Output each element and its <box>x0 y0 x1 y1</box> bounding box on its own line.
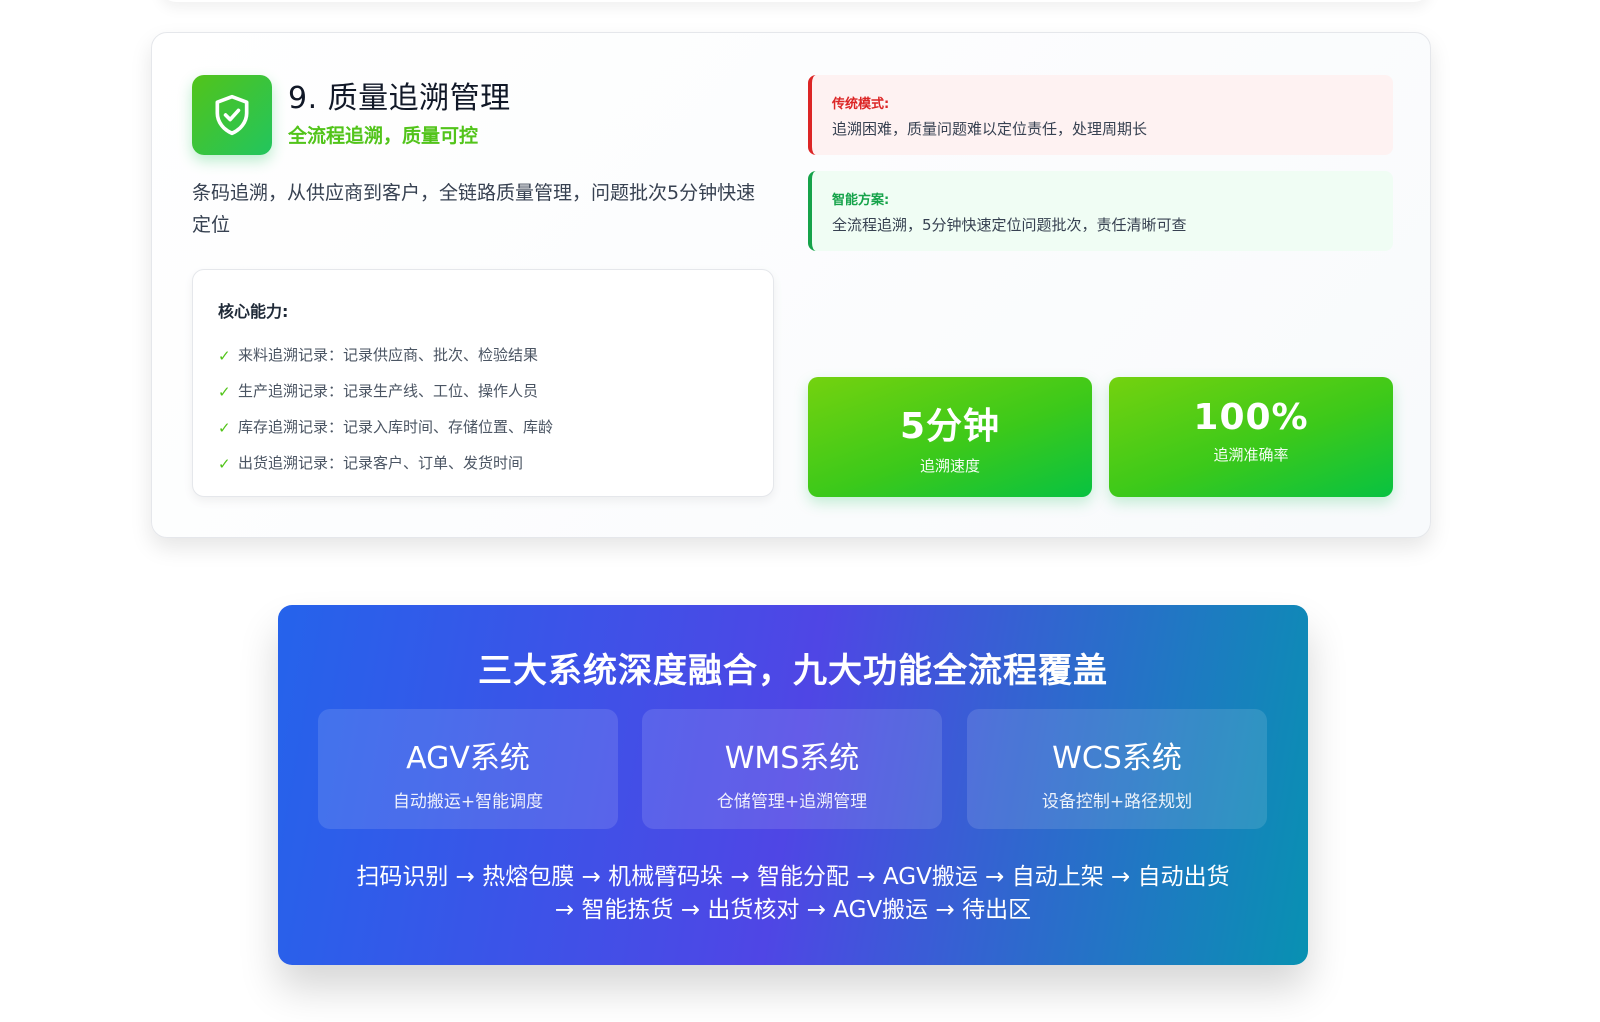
feature-subtitle: 全流程追溯，质量可控 <box>288 125 479 147</box>
list-item: ✓ 库存追溯记录：记录入库时间、存储位置、库龄 <box>218 408 553 444</box>
core-capabilities-list: ✓ 来料追溯记录：记录供应商、批次、检验结果 ✓ 生产追溯记录：记录生产线、工位… <box>218 336 553 480</box>
list-item: ✓ 出货追溯记录：记录客户、订单、发货时间 <box>218 444 553 480</box>
smart-solution-box: 智能方案: 全流程追溯，5分钟快速定位问题批次，责任清晰可查 <box>808 171 1393 251</box>
feature-title: 9. 质量追溯管理 <box>288 81 511 116</box>
core-capabilities-box: 核心能力: ✓ 来料追溯记录：记录供应商、批次、检验结果 ✓ 生产追溯记录：记录… <box>192 269 774 497</box>
list-item: ✓ 生产追溯记录：记录生产线、工位、操作人员 <box>218 372 553 408</box>
stat-value: 100% <box>1193 397 1309 438</box>
smart-solution-text: 全流程追溯，5分钟快速定位问题批次，责任清晰可查 <box>832 216 1187 234</box>
process-flow: 扫码识别 → 热熔包膜 → 机械臂码垛 → 智能分配 → AGV搬运 → 自动上… <box>308 861 1278 927</box>
list-item-label: 生产追溯记录：记录生产线、工位、操作人员 <box>238 381 539 400</box>
stat-card-trace-accuracy: 100% 追溯准确率 <box>1109 377 1393 497</box>
list-item-label: 库存追溯记录：记录入库时间、存储位置、库龄 <box>238 417 554 436</box>
feature-description: 条码追溯，从供应商到客户，全链路质量管理，问题批次5分钟快速定位 <box>192 182 756 236</box>
system-card-wcs: WCS系统 设备控制+路径规划 <box>967 709 1267 829</box>
process-flow-line-1: 扫码识别 → 热熔包膜 → 机械臂码垛 → 智能分配 → AGV搬运 → 自动上… <box>356 864 1230 890</box>
stat-value: 5分钟 <box>899 406 1001 447</box>
check-icon: ✓ <box>218 347 231 365</box>
system-name: AGV系统 <box>406 741 530 776</box>
check-icon: ✓ <box>218 455 231 473</box>
system-desc: 仓储管理+追溯管理 <box>716 792 868 812</box>
system-desc: 设备控制+路径规划 <box>1041 792 1193 812</box>
traditional-mode-label: 传统模式: <box>832 97 890 112</box>
core-capabilities-title: 核心能力: <box>218 302 289 321</box>
system-card-agv: AGV系统 自动搬运+智能调度 <box>318 709 618 829</box>
traditional-mode-text: 追溯困难，质量问题难以定位责任，处理周期长 <box>832 120 1148 138</box>
list-item-label: 出货追溯记录：记录客户、订单、发货时间 <box>238 453 524 472</box>
process-flow-line-2: → 智能拣货 → 出货核对 → AGV搬运 → 待出区 <box>554 897 1032 923</box>
smart-solution-label: 智能方案: <box>832 193 890 208</box>
stat-label: 追溯速度 <box>919 457 980 475</box>
system-card-wms: WMS系统 仓储管理+追溯管理 <box>642 709 942 829</box>
page: 9. 质量追溯管理 全流程追溯，质量可控 条码追溯，从供应商到客户，全链路质量管… <box>0 0 1600 1022</box>
stat-label: 追溯准确率 <box>1213 446 1289 464</box>
quality-trace-feature-card: 9. 质量追溯管理 全流程追溯，质量可控 条码追溯，从供应商到客户，全链路质量管… <box>151 32 1431 538</box>
stat-card-trace-speed: 5分钟 追溯速度 <box>808 377 1092 497</box>
banner-title: 三大系统深度融合，九大功能全流程覆盖 <box>478 651 1108 691</box>
shield-check-icon <box>192 75 272 155</box>
system-name: WCS系统 <box>1052 741 1182 776</box>
list-item-label: 来料追溯记录：记录供应商、批次、检验结果 <box>238 345 539 364</box>
check-icon: ✓ <box>218 419 231 437</box>
previous-card-edge <box>160 0 1430 2</box>
list-item: ✓ 来料追溯记录：记录供应商、批次、检验结果 <box>218 336 553 372</box>
check-icon: ✓ <box>218 383 231 401</box>
traditional-mode-box: 传统模式: 追溯困难，质量问题难以定位责任，处理周期长 <box>808 75 1393 155</box>
system-desc: 自动搬运+智能调度 <box>392 792 544 812</box>
system-integration-banner: 三大系统深度融合，九大功能全流程覆盖 AGV系统 自动搬运+智能调度 WMS系统… <box>278 605 1308 965</box>
system-name: WMS系统 <box>724 741 860 776</box>
